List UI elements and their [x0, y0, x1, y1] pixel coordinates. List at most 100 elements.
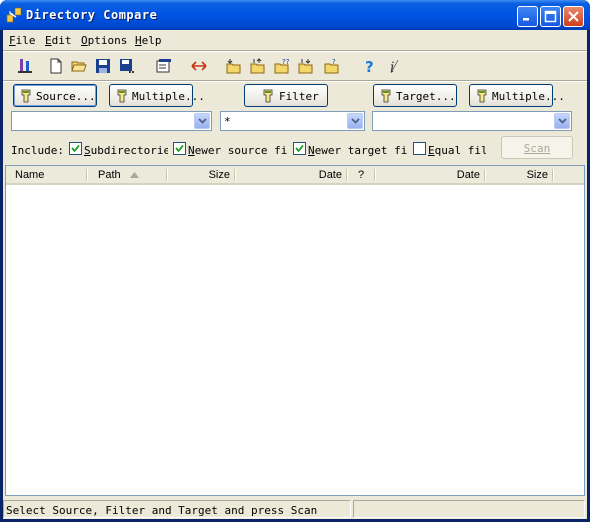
equal-files-label[interactable]: Equal file: [428, 144, 486, 157]
close-icon: [568, 11, 579, 22]
scan-button[interactable]: Scan: [501, 136, 573, 159]
svg-text:i: i: [390, 60, 394, 74]
compare-unknown-tool-button[interactable]: ??: [271, 55, 293, 77]
compare-tool-button[interactable]: [14, 55, 36, 77]
multiple-target-button-label: Multiple...: [492, 90, 565, 103]
menu-help[interactable]: Help: [135, 34, 162, 47]
column-size-source-text: Size: [208, 169, 230, 181]
menu-options-rest: ptions: [87, 34, 128, 47]
menu-help-rest: elp: [141, 34, 162, 47]
column-date-target[interactable]: Date: [376, 166, 484, 183]
source-path-combo[interactable]: [11, 111, 212, 131]
help-tool-button[interactable]: ?: [359, 55, 381, 77]
hand-pointer-icon: [21, 89, 31, 103]
source-button-label: Source...: [36, 90, 96, 103]
column-name[interactable]: Name: [6, 166, 86, 183]
filter-value: *: [224, 115, 231, 128]
title-bar[interactable]: Directory Compare: [0, 0, 590, 30]
subdirectories-label[interactable]: Subdirectories: [84, 144, 168, 157]
newer-source-checkbox[interactable]: [173, 142, 186, 155]
minimize-icon: [523, 18, 529, 21]
column-size-target[interactable]: Size: [486, 166, 552, 183]
scan-button-label: Scan: [523, 142, 551, 155]
menu-file-accel: F: [9, 34, 16, 47]
toolbar-bottom-separator: [3, 80, 587, 82]
target-path-combo[interactable]: [372, 111, 572, 131]
folder-search-icon: ?: [324, 58, 339, 74]
menu-options[interactable]: Options: [81, 34, 127, 47]
minimize-button[interactable]: [517, 6, 538, 27]
new-file-icon: [50, 58, 62, 74]
new-tool-button[interactable]: [45, 55, 67, 77]
close-button[interactable]: [563, 6, 584, 27]
newer-target-label[interactable]: Newer target fil: [308, 144, 408, 157]
properties-tool-button[interactable]: [153, 55, 175, 77]
newer-target-checkbox[interactable]: [293, 142, 306, 155]
column-path-text: Path: [98, 169, 121, 181]
checkmark-icon: [295, 144, 304, 153]
equal-files-rest: qual file: [434, 144, 486, 157]
folder-sync-icon: [250, 58, 265, 74]
sync-tool-button[interactable]: [247, 55, 269, 77]
app-icon: [6, 7, 22, 23]
swap-arrows-icon: [191, 61, 207, 71]
chevron-down-icon: [558, 118, 567, 124]
subdirectories-checkbox[interactable]: [69, 142, 82, 155]
info-tool-button[interactable]: i: [383, 55, 405, 77]
target-button[interactable]: Target...: [373, 84, 457, 107]
multiple-source-button[interactable]: Multiple...: [109, 84, 205, 107]
filter-button-label: Filter: [279, 90, 319, 103]
maximize-button[interactable]: [540, 6, 561, 27]
menu-edit-rest: dit: [51, 34, 72, 47]
hand-pointer-icon: [117, 89, 127, 103]
newer-source-label[interactable]: Newer source fil: [188, 144, 288, 157]
copy-to-target-tool-button[interactable]: [223, 55, 245, 77]
filter-dropdown-button[interactable]: [347, 113, 363, 129]
column-divider[interactable]: [552, 169, 554, 181]
svg-text:?: ?: [365, 58, 374, 74]
hand-pointer-icon: [381, 89, 391, 103]
sort-ascending-icon: [130, 172, 139, 178]
newer-target-rest: ewer target fil: [314, 144, 408, 157]
checkmark-icon: [175, 144, 184, 153]
column-path[interactable]: Path: [88, 166, 166, 183]
target-dropdown-button[interactable]: [554, 113, 570, 129]
properties-icon: [156, 59, 171, 73]
swap-tool-button[interactable]: [188, 55, 210, 77]
newer-source-rest: ewer source fil: [194, 144, 288, 157]
save-as-tool-button[interactable]: [116, 55, 138, 77]
source-dropdown-button[interactable]: [194, 113, 210, 129]
folder-arrow-icon: [226, 59, 241, 74]
equal-files-checkbox[interactable]: [413, 142, 426, 155]
find-tool-button[interactable]: ?: [321, 55, 343, 77]
window-title: Directory Compare: [26, 8, 158, 22]
subdirectories-rest: ubdirectories: [90, 144, 168, 157]
status-panel-secondary: [353, 500, 585, 518]
menu-edit[interactable]: Edit: [45, 34, 72, 47]
chevron-down-icon: [351, 118, 360, 124]
open-tool-button[interactable]: [68, 55, 90, 77]
multiple-target-button[interactable]: Multiple...: [469, 84, 565, 107]
column-date-source[interactable]: Date: [236, 166, 346, 183]
column-name-text: Name: [15, 169, 45, 181]
results-list[interactable]: Name Path Size Date ? Date Size: [5, 165, 585, 496]
save-icon: [96, 59, 110, 73]
include-label: Include:: [11, 144, 64, 157]
filter-combo[interactable]: *: [220, 111, 365, 131]
menu-file[interactable]: File: [9, 34, 36, 47]
menu-options-accel: O: [81, 34, 88, 47]
list-header: Name Path Size Date ? Date Size: [6, 166, 584, 185]
source-button[interactable]: Source...: [13, 84, 97, 107]
save-tool-button[interactable]: [92, 55, 114, 77]
toolbar: ?? ? ? i: [3, 52, 587, 80]
newer-source-accel: N: [188, 144, 195, 157]
update-tool-button[interactable]: [295, 55, 317, 77]
hand-pointer-icon: [477, 89, 487, 103]
maximize-icon: [544, 10, 557, 23]
filter-button[interactable]: Filter: [244, 84, 328, 107]
status-bar: Select Source, Filter and Target and pre…: [3, 498, 587, 519]
column-size-source[interactable]: Size: [168, 166, 234, 183]
column-status[interactable]: ?: [348, 166, 374, 183]
compare-icon: [18, 59, 32, 73]
newer-target-accel: N: [308, 144, 315, 157]
